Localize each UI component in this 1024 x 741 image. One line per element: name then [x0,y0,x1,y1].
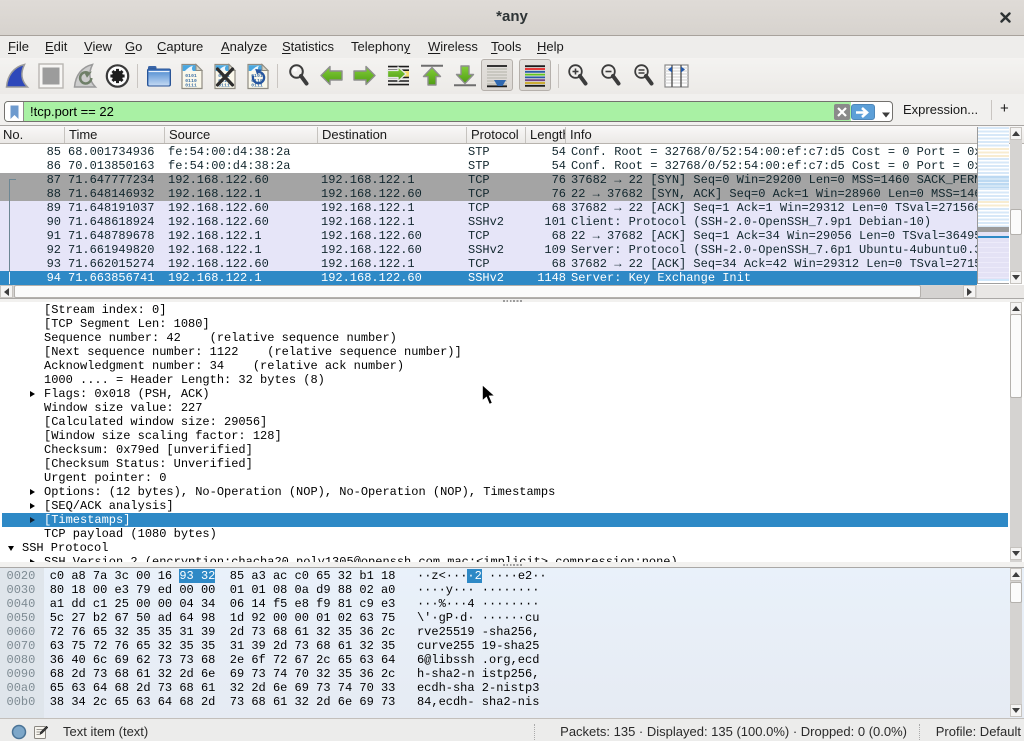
svg-text:0111: 0111 [185,83,197,89]
